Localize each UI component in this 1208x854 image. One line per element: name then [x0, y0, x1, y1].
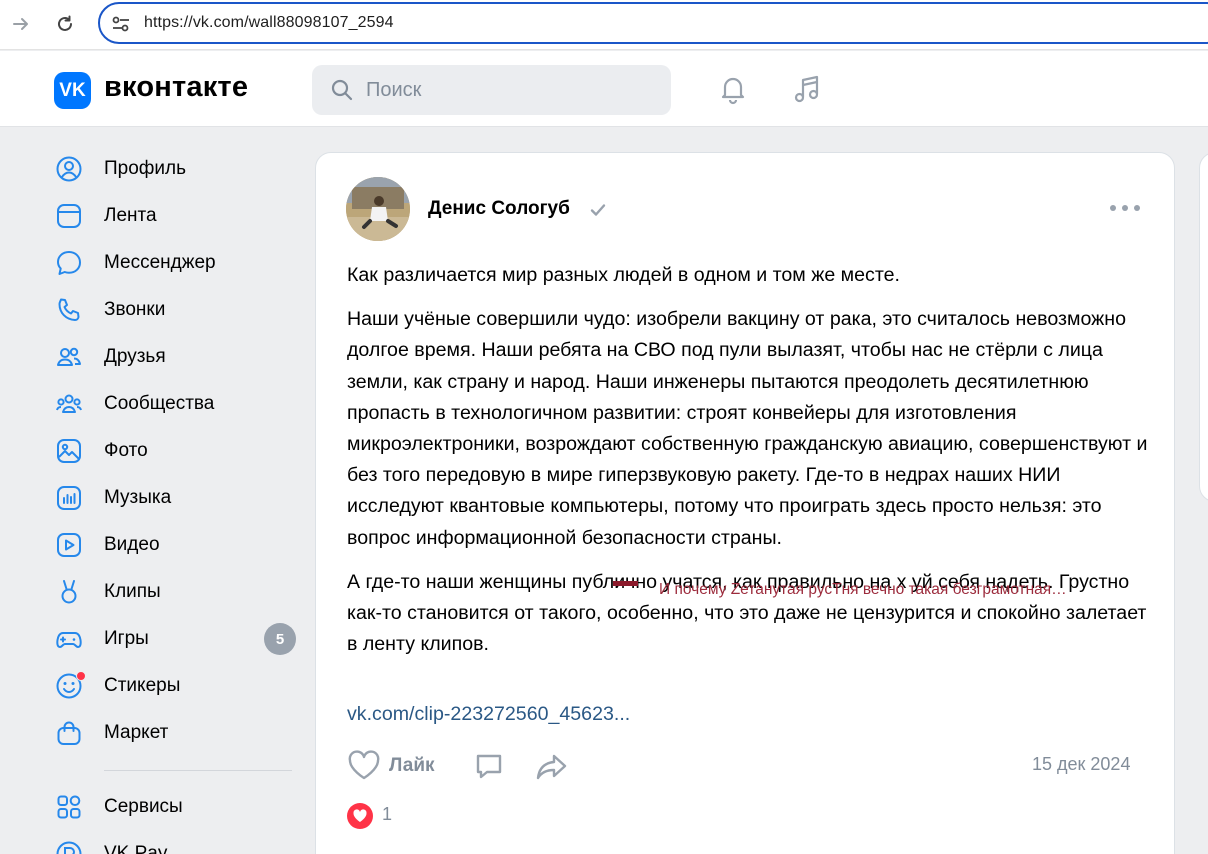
sidebar-item-calls[interactable]: Звонки	[54, 286, 299, 333]
overlay-marker	[613, 581, 638, 586]
sidebar-item-messenger[interactable]: Мессенджер	[54, 239, 299, 286]
overlay-comment: И почему Zетанутая русТня вечно такая бе…	[659, 581, 1067, 598]
more-dots-icon	[1110, 205, 1116, 211]
sidebar-item-label: Маркет	[104, 721, 169, 743]
messenger-icon	[54, 248, 84, 278]
sidebar-item-music[interactable]: Музыка	[54, 474, 299, 521]
clips-icon	[54, 577, 84, 607]
url-text: https://vk.com/wall88098107_2594	[144, 14, 394, 31]
sidebar-item-label: Звонки	[104, 298, 166, 320]
sidebar-nav: Профиль Лента Мессенджер Звонки Друзья С…	[54, 145, 299, 854]
comment-button[interactable]	[473, 750, 505, 782]
sidebar-item-friends[interactable]: Друзья	[54, 333, 299, 380]
heart-icon	[348, 750, 380, 780]
sidebar-item-label: Сообщества	[104, 392, 215, 414]
reload-button[interactable]	[50, 9, 80, 39]
sidebar-item-label: Мессенджер	[104, 251, 216, 273]
more-dots-icon	[1134, 205, 1140, 211]
post-card: Денис Сологуб Как различается мир разных…	[315, 152, 1175, 854]
new-indicator-dot	[76, 670, 86, 681]
verified-check-icon	[590, 204, 606, 216]
games-icon	[54, 624, 84, 654]
music-icon	[54, 483, 84, 513]
right-panel-card	[1199, 152, 1208, 502]
music-note-icon	[794, 75, 819, 103]
friends-icon	[54, 342, 84, 372]
sidebar-item-stickers[interactable]: Стикеры	[54, 662, 299, 709]
feed-icon	[54, 201, 84, 231]
sidebar-item-services[interactable]: Сервисы	[54, 783, 299, 830]
post-paragraph: Как различается мир разных людей в одном…	[347, 264, 900, 286]
address-bar[interactable]: https://vk.com/wall88098107_2594	[98, 2, 1208, 44]
sidebar-item-communities[interactable]: Сообщества	[54, 380, 299, 427]
sidebar-item-feed[interactable]: Лента	[54, 192, 299, 239]
post-paragraph: Наши учёные совершили чудо: изобрели вак…	[347, 308, 1148, 549]
like-button[interactable]: Лайк	[347, 750, 435, 782]
photo-icon	[54, 436, 84, 466]
reaction-count[interactable]: 1	[382, 804, 392, 825]
sidebar-item-label: Музыка	[104, 486, 172, 508]
stickers-icon	[54, 670, 86, 701]
phone-icon	[54, 295, 84, 325]
arrow-right-icon	[13, 18, 28, 30]
share-button[interactable]	[535, 750, 569, 782]
reaction-heart[interactable]	[347, 803, 373, 829]
sidebar-item-clips[interactable]: Клипы	[54, 568, 299, 615]
author-name[interactable]: Денис Сологуб	[428, 198, 570, 220]
post-link[interactable]: vk.com/clip-223272560_45623...	[347, 703, 630, 726]
sidebar-item-profile[interactable]: Профиль	[54, 145, 299, 192]
notifications-button[interactable]	[716, 72, 750, 106]
site-settings-icon[interactable]	[110, 13, 132, 35]
search-icon	[331, 79, 353, 101]
sidebar-item-label: Стикеры	[104, 674, 181, 696]
music-player-button[interactable]	[790, 72, 824, 106]
sidebar-item-photos[interactable]: Фото	[54, 427, 299, 474]
communities-icon	[54, 389, 84, 419]
more-dots-icon	[1122, 205, 1128, 211]
search-box[interactable]	[312, 65, 671, 115]
services-icon	[54, 792, 84, 822]
sidebar-item-label: Друзья	[104, 345, 166, 367]
vk-brand[interactable]: вконтакте	[104, 71, 248, 104]
like-label: Лайк	[389, 755, 435, 776]
video-icon	[54, 530, 84, 560]
sidebar-item-vkpay[interactable]: VK Pay	[54, 830, 299, 854]
forward-button[interactable]	[6, 9, 36, 39]
heart-filled-icon	[353, 809, 367, 822]
search-input[interactable]	[366, 65, 656, 115]
share-arrow-icon	[536, 754, 567, 780]
sidebar-divider	[104, 770, 292, 771]
sidebar-item-label: Видео	[104, 533, 160, 555]
sidebar-item-games[interactable]: Игры 5	[54, 615, 299, 662]
sidebar-item-video[interactable]: Видео	[54, 521, 299, 568]
sidebar-item-label: Игры	[104, 627, 149, 649]
sidebar-item-label: Клипы	[104, 580, 161, 602]
sidebar-item-market[interactable]: Маркет	[54, 709, 299, 756]
sidebar-item-label: Лента	[104, 204, 157, 226]
sidebar-item-label: Сервисы	[104, 795, 183, 817]
comment-icon	[476, 754, 502, 779]
reload-icon	[58, 15, 72, 31]
post-text: Как различается мир разных людей в одном…	[347, 260, 1157, 673]
sidebar-item-label: Фото	[104, 439, 148, 461]
vk-logo[interactable]: VK	[54, 72, 91, 109]
sidebar-item-label: Профиль	[104, 157, 187, 179]
profile-icon	[54, 154, 84, 184]
bell-icon	[721, 77, 745, 105]
sidebar-item-label: VK Pay	[104, 842, 168, 854]
games-count-badge: 5	[264, 623, 296, 655]
post-date[interactable]: 15 дек 2024	[1032, 754, 1130, 775]
market-icon	[54, 718, 84, 748]
author-avatar[interactable]	[346, 177, 410, 241]
vk-header: VK вконтакте	[0, 51, 1208, 127]
browser-toolbar: https://vk.com/wall88098107_2594	[0, 0, 1208, 50]
vkpay-icon	[54, 839, 84, 854]
post-more-button[interactable]	[1110, 198, 1140, 218]
